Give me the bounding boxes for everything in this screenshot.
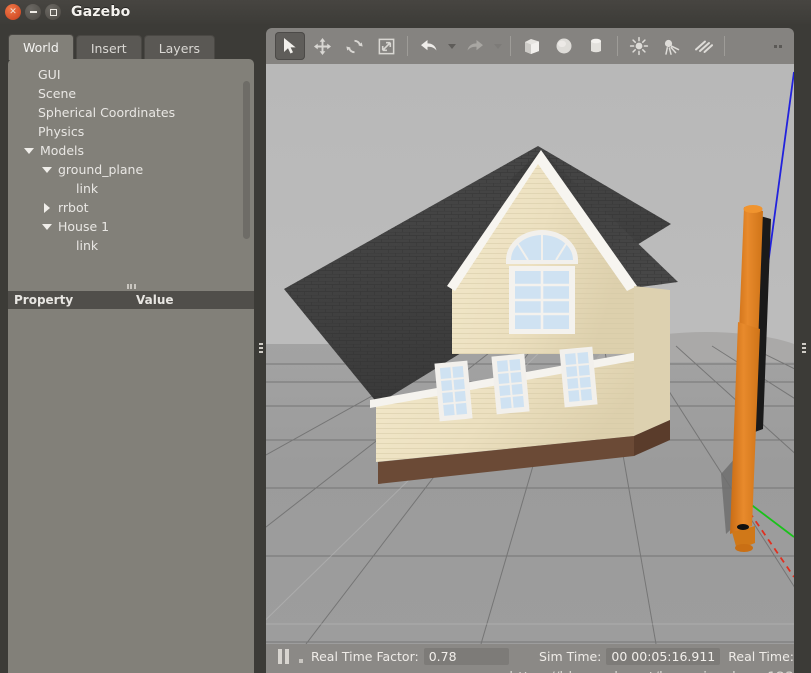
tree-item-label: ground_plane bbox=[58, 162, 144, 177]
window-controls: ✕ bbox=[5, 4, 61, 20]
tree-item-spherical-coordinates[interactable]: Spherical Coordinates bbox=[8, 103, 254, 122]
panel-tabs: World Insert Layers bbox=[8, 34, 217, 60]
rrbot-model bbox=[721, 205, 771, 552]
gable-arch-window bbox=[506, 230, 578, 334]
sim-time-label: Sim Time: bbox=[539, 649, 602, 664]
redo-history-dropdown[interactable] bbox=[491, 32, 505, 60]
tree-item-ground-plane[interactable]: ground_plane bbox=[8, 160, 254, 179]
tree-item-gui[interactable]: GUI bbox=[8, 65, 254, 84]
house-model bbox=[284, 146, 678, 484]
tab-world[interactable]: World bbox=[8, 34, 74, 60]
robot-joint-lower bbox=[737, 524, 749, 530]
right-splitter-handle[interactable] bbox=[801, 342, 807, 354]
panel-splitter-grip[interactable] bbox=[122, 282, 140, 290]
directional-light-icon bbox=[695, 40, 713, 53]
real-time-label: Real Time: bbox=[728, 649, 794, 664]
main-area: Real Time Factor: 0.78 Sim Time: 00 00:0… bbox=[266, 28, 794, 673]
redo-button[interactable] bbox=[460, 32, 490, 60]
sim-time-value: 00 00:05:16.911 bbox=[606, 648, 721, 665]
toolbar-separator bbox=[407, 36, 408, 56]
insert-point-light-button[interactable] bbox=[624, 32, 654, 60]
tree-item-label: House 1 bbox=[58, 219, 110, 234]
chevron-down-icon[interactable] bbox=[22, 147, 36, 154]
robot-link-lower bbox=[730, 322, 760, 534]
3d-viewport[interactable] bbox=[266, 64, 794, 644]
minimize-icon[interactable] bbox=[25, 4, 41, 20]
tab-layers[interactable]: Layers bbox=[143, 35, 216, 60]
scene-render bbox=[266, 71, 794, 644]
gazebo-window: ✕ Gazebo World Insert Layers GUI Scene S… bbox=[0, 0, 811, 673]
chevron-down-icon[interactable] bbox=[40, 223, 54, 230]
tree-item-label: Physics bbox=[38, 124, 85, 139]
tree-item-label: Spherical Coordinates bbox=[38, 105, 176, 120]
column-header-value: Value bbox=[136, 293, 174, 307]
cursor-arrow-icon bbox=[284, 38, 296, 54]
toolbar-separator bbox=[617, 36, 618, 56]
cylinder-icon bbox=[591, 38, 601, 53]
bottom-bar: https://blog.csdn.net/huangjunsheng123 bbox=[266, 669, 794, 673]
tree-item-rrbot[interactable]: rrbot bbox=[8, 198, 254, 217]
insert-cylinder-button[interactable] bbox=[581, 32, 611, 60]
move-arrows-icon bbox=[313, 37, 331, 55]
undo-history-dropdown[interactable] bbox=[445, 32, 459, 60]
toolbar-separator bbox=[724, 36, 725, 56]
pause-icon[interactable] bbox=[278, 649, 289, 664]
title-bar: ✕ Gazebo bbox=[0, 0, 811, 24]
insert-box-button[interactable] bbox=[517, 32, 547, 60]
tree-item-house-1-link[interactable]: link bbox=[8, 236, 254, 255]
scale-tool-button[interactable] bbox=[371, 32, 401, 60]
rotate-tool-button[interactable] bbox=[339, 32, 369, 60]
tree-item-physics[interactable]: Physics bbox=[8, 122, 254, 141]
insert-spot-light-button[interactable] bbox=[656, 32, 686, 60]
tree-item-label: link bbox=[76, 181, 99, 196]
world-tree: GUI Scene Spherical Coordinates Physics … bbox=[8, 65, 254, 255]
tree-vertical-scrollbar[interactable] bbox=[243, 81, 250, 239]
translate-tool-button[interactable] bbox=[307, 32, 337, 60]
tree-item-label: Scene bbox=[38, 86, 77, 101]
rotate-arrows-icon bbox=[345, 39, 363, 53]
front-window-right bbox=[559, 346, 598, 408]
column-header-property: Property bbox=[14, 293, 74, 307]
front-window-center bbox=[491, 353, 530, 415]
tree-item-ground-plane-link[interactable]: link bbox=[8, 179, 254, 198]
insert-directional-light-button[interactable] bbox=[688, 32, 718, 60]
front-window-left bbox=[434, 360, 473, 422]
redo-arrow-icon bbox=[467, 40, 483, 51]
property-table-header: Property Value bbox=[8, 291, 254, 309]
spot-light-icon bbox=[664, 39, 680, 55]
app-title: Gazebo bbox=[71, 4, 131, 20]
undo-arrow-icon bbox=[421, 40, 437, 51]
undo-button[interactable] bbox=[414, 32, 444, 60]
chevron-down-icon[interactable] bbox=[40, 166, 54, 173]
cube-icon bbox=[525, 39, 539, 54]
scale-diagonal-icon bbox=[378, 38, 394, 54]
property-table-body bbox=[8, 309, 254, 673]
tree-item-label: Models bbox=[40, 143, 85, 158]
maximize-icon[interactable] bbox=[45, 4, 61, 20]
status-bar: Real Time Factor: 0.78 Sim Time: 00 00:0… bbox=[266, 644, 794, 669]
step-icon[interactable] bbox=[299, 659, 303, 663]
toolbar-separator bbox=[510, 36, 511, 56]
tree-item-label: GUI bbox=[38, 67, 61, 82]
left-splitter-handle[interactable] bbox=[258, 342, 264, 354]
tree-item-house-1[interactable]: House 1 bbox=[8, 217, 254, 236]
tree-item-label: link bbox=[76, 238, 99, 253]
chevron-right-icon[interactable] bbox=[40, 202, 54, 213]
close-icon[interactable]: ✕ bbox=[5, 4, 21, 20]
insert-sphere-button[interactable] bbox=[549, 32, 579, 60]
tree-item-scene[interactable]: Scene bbox=[8, 84, 254, 103]
scene-toolbar bbox=[266, 28, 794, 64]
toolbar-overflow-button[interactable] bbox=[774, 44, 782, 48]
tree-item-label: rrbot bbox=[58, 200, 89, 215]
left-dock: World Insert Layers GUI Scene Spherical … bbox=[0, 24, 262, 673]
sphere-icon bbox=[556, 38, 572, 54]
tree-item-models[interactable]: Models bbox=[8, 141, 254, 160]
tab-insert[interactable]: Insert bbox=[75, 35, 142, 60]
real-time-factor-label: Real Time Factor: bbox=[310, 649, 419, 664]
world-tree-panel: GUI Scene Spherical Coordinates Physics … bbox=[8, 59, 254, 291]
select-tool-button[interactable] bbox=[275, 32, 305, 60]
point-light-icon bbox=[629, 36, 649, 56]
real-time-factor-value: 0.78 bbox=[423, 648, 510, 665]
